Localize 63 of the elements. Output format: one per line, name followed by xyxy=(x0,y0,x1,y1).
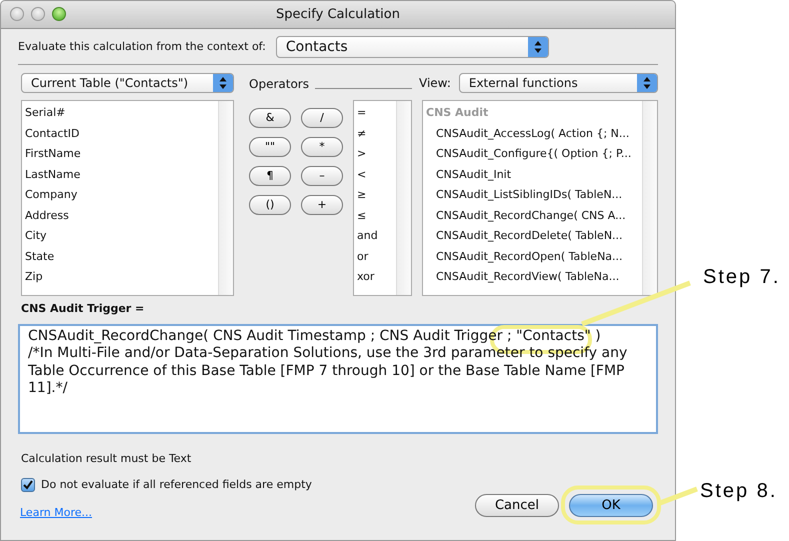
operator-item[interactable]: xor xyxy=(354,267,396,288)
zoom-button[interactable] xyxy=(52,7,66,21)
field-item[interactable]: Serial# xyxy=(22,103,218,124)
operator-button[interactable]: & xyxy=(249,108,291,128)
operator-button[interactable]: + xyxy=(301,195,343,215)
step-label: Step 7. xyxy=(703,265,780,290)
function-item[interactable]: CNSAudit_Configure{( Option {; P... xyxy=(423,144,642,164)
operator-button[interactable]: – xyxy=(301,166,343,186)
operator-item[interactable]: ≠ xyxy=(354,124,396,144)
formula-label: CNS Audit Trigger = xyxy=(21,302,144,315)
checkbox[interactable] xyxy=(21,478,35,492)
function-item[interactable]: CNSAudit_RecordView( TableNa... xyxy=(423,267,642,288)
operator-item[interactable]: < xyxy=(354,164,396,185)
operator-item[interactable]: ≥ xyxy=(354,185,396,206)
checkmark-icon xyxy=(23,480,33,490)
operator-item[interactable]: > xyxy=(354,144,396,164)
operator-item[interactable]: = xyxy=(354,103,396,124)
field-item[interactable]: Company xyxy=(22,185,218,206)
checkbox-label: Do not evaluate if all referenced fields are empty xyxy=(41,477,312,493)
operators-label: Operators xyxy=(249,76,309,93)
context-label: Evaluate this calculation from the context of: xyxy=(18,38,266,55)
operator-button[interactable]: "" xyxy=(249,137,291,157)
window-title: Specify Calculation xyxy=(276,7,400,22)
leader-line xyxy=(659,486,698,506)
group-header: CNS Audit xyxy=(425,105,490,121)
dialog-button[interactable]: OK xyxy=(569,494,653,516)
field-item[interactable]: LastName xyxy=(22,164,218,185)
scroll-bar[interactable] xyxy=(642,101,657,295)
operator-button[interactable]: ¶ xyxy=(249,166,291,186)
scroll-bar[interactable] xyxy=(396,101,411,295)
operator-item[interactable]: ≤ xyxy=(354,206,396,226)
operator-item[interactable]: or xyxy=(354,246,396,267)
context-dropdown[interactable]: Contacts xyxy=(276,36,549,58)
function-item[interactable]: CNSAudit_Init xyxy=(423,164,642,185)
field-item[interactable]: FirstName xyxy=(22,144,218,164)
function-item[interactable]: CNSAudit_ListSiblingIDs( TableN... xyxy=(423,185,642,206)
dialog-button[interactable]: Cancel xyxy=(475,494,559,516)
window-button[interactable] xyxy=(31,7,45,21)
dropdown-arrows-icon xyxy=(213,74,233,92)
field-item[interactable]: Zip xyxy=(22,267,218,288)
operator-button[interactable]: () xyxy=(249,195,291,215)
operator-button[interactable]: * xyxy=(301,137,343,157)
operator-button[interactable]: / xyxy=(301,108,343,128)
step-label: Step 8. xyxy=(700,479,778,504)
field-item[interactable]: Address xyxy=(22,206,218,226)
function-item[interactable]: CNSAudit_RecordOpen( TableNa... xyxy=(423,246,642,267)
field-item[interactable]: State xyxy=(22,246,218,267)
field-item[interactable]: City xyxy=(22,226,218,246)
dropdown-arrows-icon xyxy=(528,37,548,57)
table-dropdown[interactable]: Current Table ("Contacts") xyxy=(21,73,234,93)
dropdown-arrows-icon xyxy=(637,74,657,92)
view-label: View: xyxy=(419,75,451,92)
scroll-bar[interactable] xyxy=(218,101,233,295)
view-dropdown[interactable]: External functions xyxy=(458,73,658,93)
function-item[interactable]: CNSAudit_RecordDelete( TableN... xyxy=(423,226,642,246)
operator-item[interactable]: and xyxy=(354,226,396,246)
learn-more-link[interactable]: Learn More... xyxy=(20,505,92,522)
formula-field[interactable]: CNSAudit_RecordChange( CNS Audit Timestamp ; CNS Audit Trigger ; "Contacts" ) /*In Multi-File and/or Data-Separation Solutions, use the 3rd parameter to specify any Table Occurrence of this Base Table [FMP 7 through 10] or the Base Table Name [FMP 11].*/ xyxy=(18,324,658,434)
field-item[interactable]: ContactID xyxy=(22,124,218,144)
window-button[interactable] xyxy=(10,7,24,21)
function-item[interactable]: CNSAudit_RecordChange( CNS A... xyxy=(423,206,642,226)
function-item[interactable]: CNSAudit_AccessLog( Action {; N... xyxy=(423,124,642,144)
result-type-note: Calculation result must be Text xyxy=(21,452,192,464)
